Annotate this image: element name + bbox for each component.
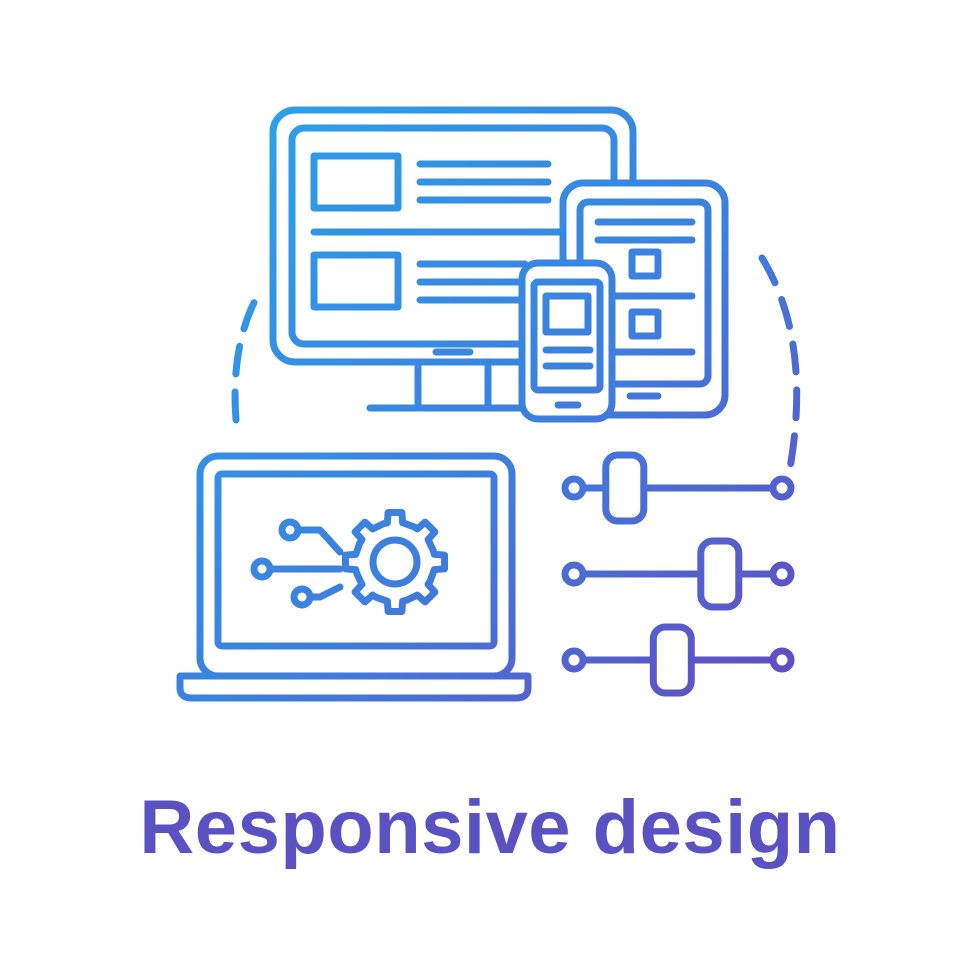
caption-title: Responsive design: [139, 785, 841, 870]
sliders-icon: [561, 451, 795, 697]
dashed-arc-left: [231, 284, 266, 424]
circuit-icon: [250, 518, 344, 609]
smartphone-icon: [518, 259, 616, 423]
slider-track-2: [561, 537, 795, 611]
slider-knob-2: [697, 537, 743, 611]
dashed-arc-right: [758, 254, 801, 472]
slider-track-3: [561, 623, 795, 697]
gear-icon: [342, 509, 448, 615]
slider-knob-1: [602, 451, 648, 525]
slider-knob-3: [649, 623, 695, 697]
laptop-icon: [176, 452, 532, 702]
slider-track-1: [561, 451, 795, 525]
